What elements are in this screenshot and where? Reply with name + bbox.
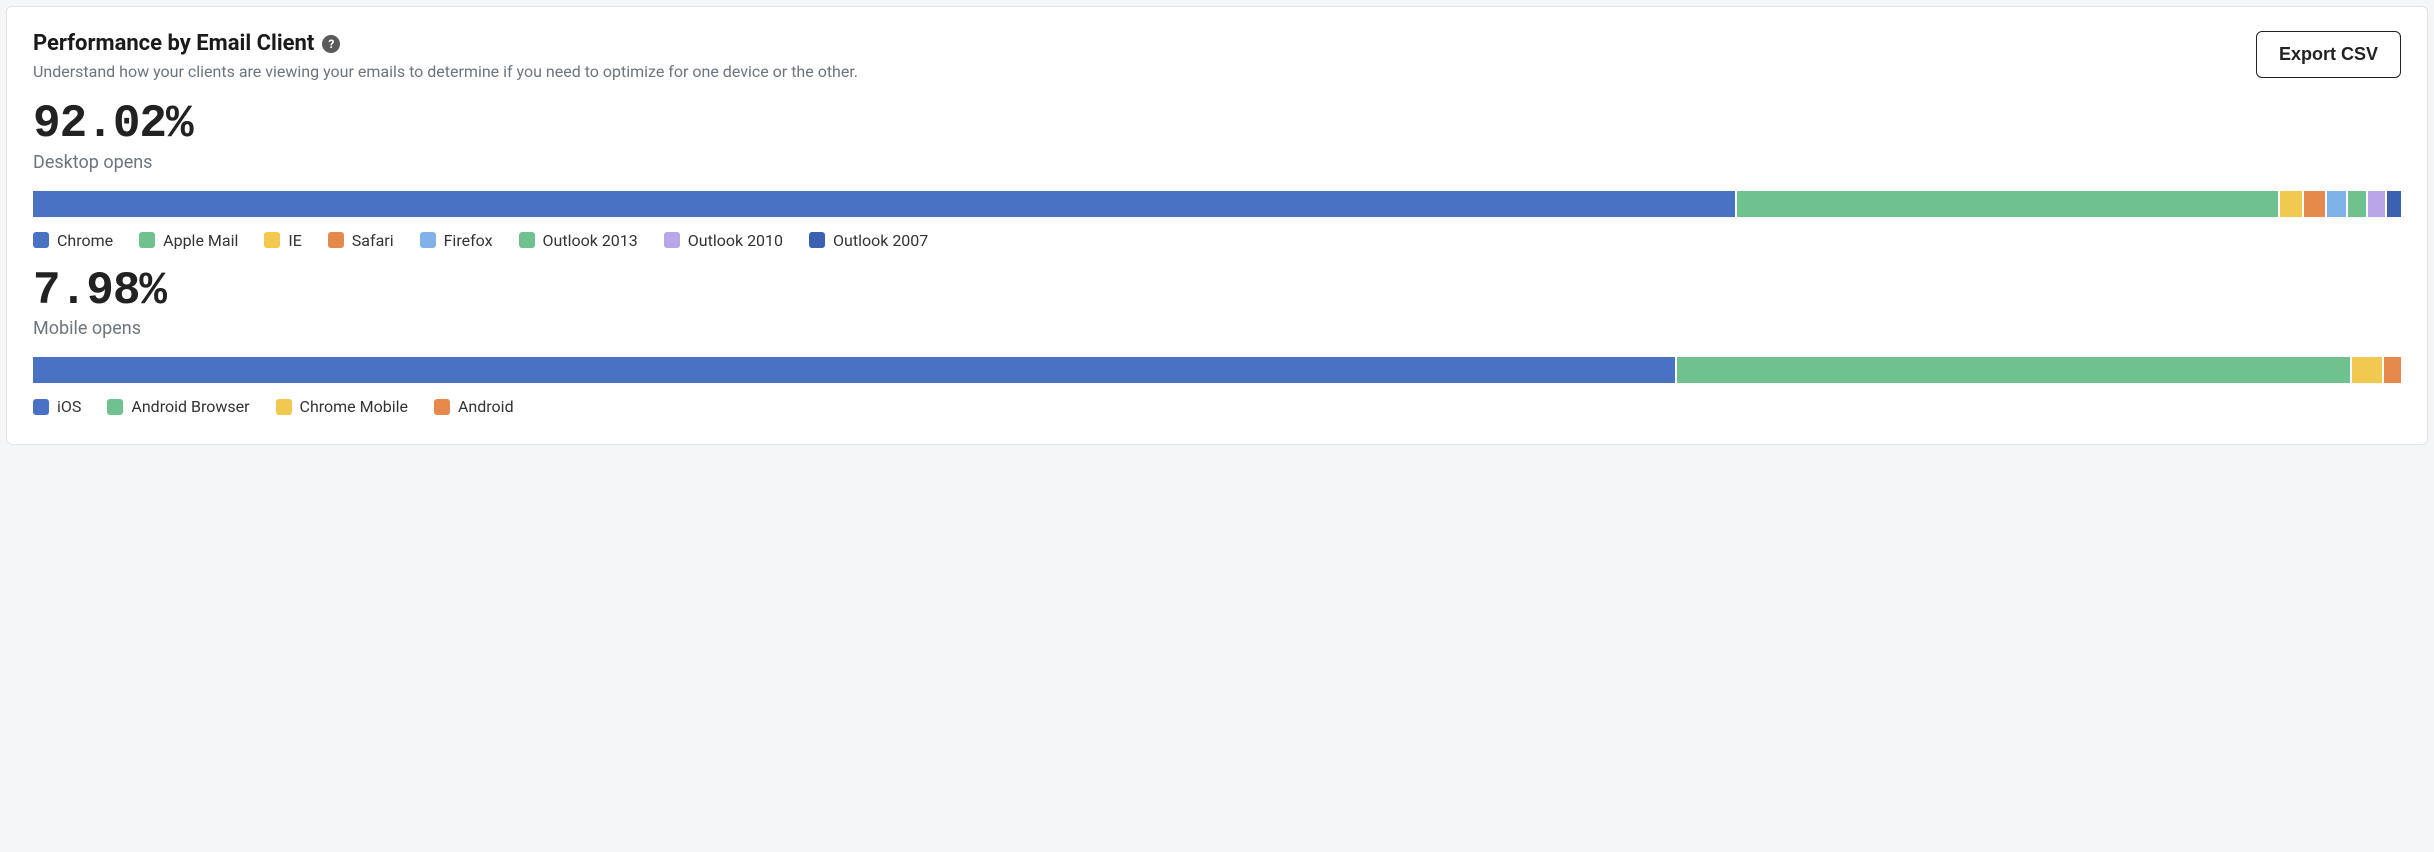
legend-swatch-icon (139, 232, 155, 248)
mobile-stacked-bar (33, 357, 2401, 383)
card-header: Performance by Email Client ? Understand… (33, 31, 2401, 81)
desktop-segment[interactable] (2327, 191, 2346, 217)
legend-swatch-icon (664, 232, 680, 248)
desktop-metric-label: Desktop opens (33, 152, 2401, 173)
mobile-legend: iOS Android Browser Chrome Mobile Android (33, 397, 2401, 416)
desktop-segment[interactable] (1737, 191, 2278, 217)
mobile-segment[interactable] (1677, 357, 2350, 383)
mobile-legend-item[interactable]: Chrome Mobile (276, 397, 408, 416)
legend-label: IE (288, 231, 301, 250)
desktop-legend-item[interactable]: Firefox (420, 231, 493, 250)
legend-label: Outlook 2010 (688, 231, 783, 250)
email-client-performance-card: Performance by Email Client ? Understand… (6, 6, 2428, 445)
desktop-metric-value: 92.02% (33, 99, 2401, 150)
legend-label: Android Browser (131, 397, 249, 416)
legend-swatch-icon (328, 232, 344, 248)
legend-label: iOS (57, 397, 81, 416)
legend-swatch-icon (434, 399, 450, 415)
desktop-legend-item[interactable]: Chrome (33, 231, 113, 250)
desktop-legend-item[interactable]: Outlook 2013 (519, 231, 638, 250)
mobile-metric-label: Mobile opens (33, 318, 2401, 339)
desktop-section: 92.02% Desktop opens Chrome Apple Mail IE S… (33, 99, 2401, 250)
desktop-segment[interactable] (2348, 191, 2367, 217)
legend-swatch-icon (33, 232, 49, 248)
legend-swatch-icon (107, 399, 123, 415)
legend-swatch-icon (519, 232, 535, 248)
desktop-segment[interactable] (2280, 191, 2301, 217)
title-block: Performance by Email Client ? Understand… (33, 31, 2256, 81)
legend-label: Android (458, 397, 514, 416)
card-subtitle: Understand how your clients are viewing … (33, 62, 2256, 81)
legend-label: Safari (352, 231, 394, 250)
desktop-segment[interactable] (2368, 191, 2384, 217)
desktop-legend-item[interactable]: Outlook 2007 (809, 231, 928, 250)
desktop-segment[interactable] (2304, 191, 2325, 217)
legend-label: Chrome Mobile (300, 397, 408, 416)
legend-label: Chrome (57, 231, 113, 250)
mobile-segment[interactable] (2384, 357, 2401, 383)
legend-label: Apple Mail (163, 231, 238, 250)
legend-label: Outlook 2007 (833, 231, 928, 250)
legend-label: Firefox (444, 231, 493, 250)
mobile-segment[interactable] (2352, 357, 2383, 383)
desktop-legend-item[interactable]: IE (264, 231, 301, 250)
legend-swatch-icon (420, 232, 436, 248)
desktop-legend-item[interactable]: Apple Mail (139, 231, 238, 250)
mobile-section: 7.98% Mobile opens iOS Android Browser Chr… (33, 266, 2401, 417)
mobile-legend-item[interactable]: Android Browser (107, 397, 249, 416)
mobile-legend-item[interactable]: iOS (33, 397, 81, 416)
mobile-metric-value: 7.98% (33, 266, 2401, 317)
desktop-segment[interactable] (2387, 191, 2401, 217)
help-icon[interactable]: ? (322, 35, 340, 53)
legend-swatch-icon (809, 232, 825, 248)
desktop-stacked-bar (33, 191, 2401, 217)
legend-swatch-icon (33, 399, 49, 415)
mobile-segment[interactable] (33, 357, 1675, 383)
desktop-legend-item[interactable]: Outlook 2010 (664, 231, 783, 250)
title-line: Performance by Email Client ? (33, 31, 2256, 56)
desktop-legend-item[interactable]: Safari (328, 231, 394, 250)
legend-label: Outlook 2013 (543, 231, 638, 250)
legend-swatch-icon (276, 399, 292, 415)
export-csv-button[interactable]: Export CSV (2256, 31, 2401, 78)
desktop-legend: Chrome Apple Mail IE Safari Firefox Outlook 2… (33, 231, 2401, 250)
card-title: Performance by Email Client (33, 31, 314, 56)
legend-swatch-icon (264, 232, 280, 248)
desktop-segment[interactable] (33, 191, 1735, 217)
mobile-legend-item[interactable]: Android (434, 397, 514, 416)
